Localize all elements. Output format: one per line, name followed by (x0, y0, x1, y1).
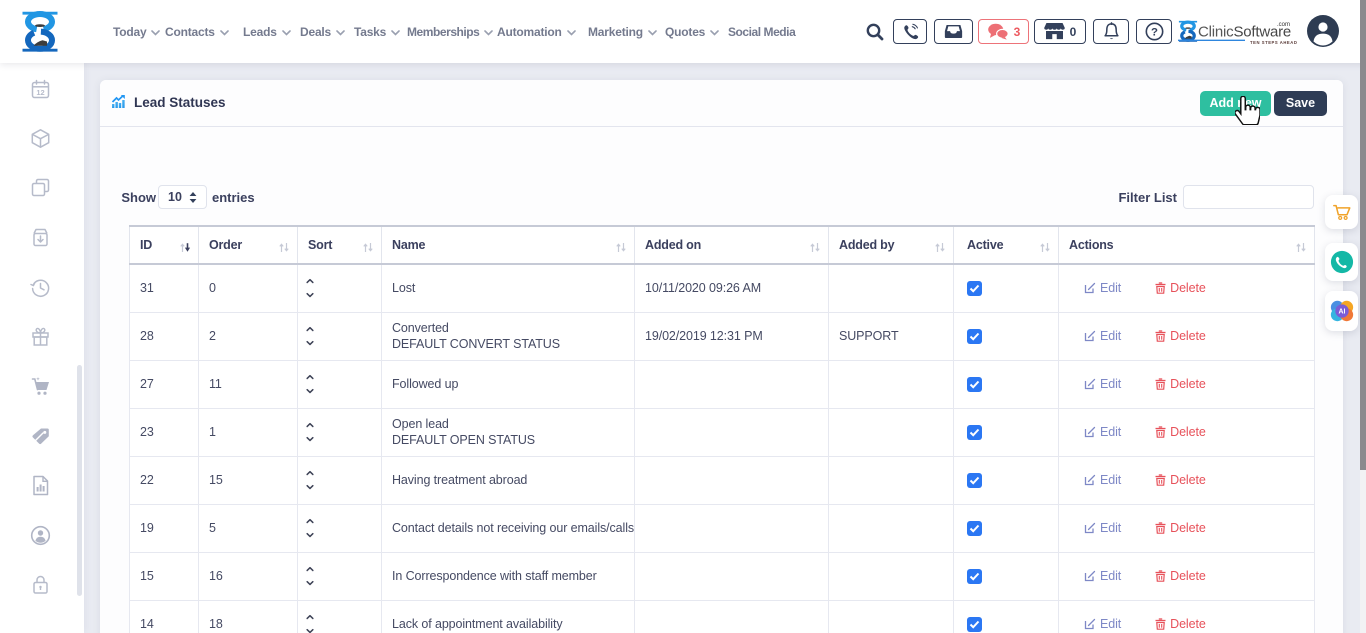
svg-text:AI: AI (1338, 309, 1345, 316)
svg-text:TEN STEPS AHEAD: TEN STEPS AHEAD (1250, 40, 1297, 45)
svg-text:.com: .com (1277, 22, 1290, 28)
svg-text:12: 12 (36, 88, 44, 97)
svg-text:?: ? (1151, 27, 1158, 39)
